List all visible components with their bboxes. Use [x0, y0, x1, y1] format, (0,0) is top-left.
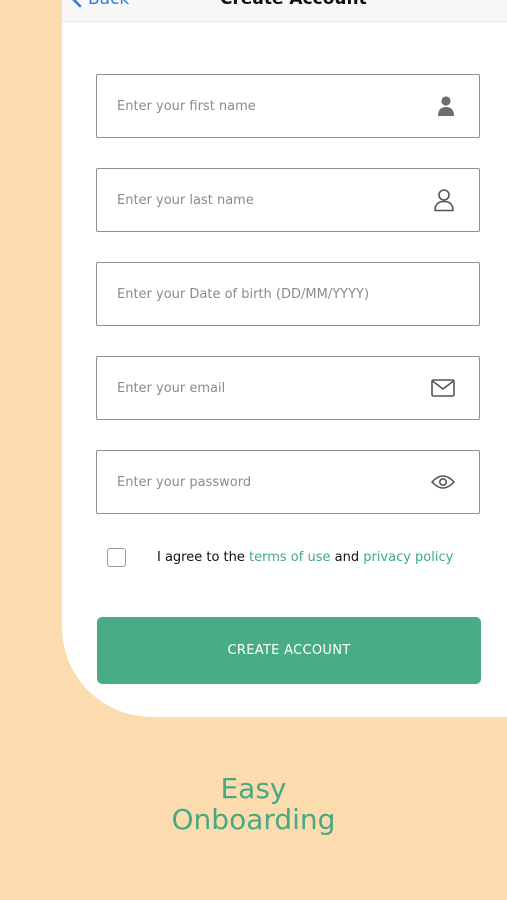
first-name-input[interactable] [97, 75, 479, 137]
navigation-bar: Back Create Account [62, 0, 507, 22]
date-of-birth-input[interactable] [97, 263, 479, 325]
email-input[interactable] [97, 357, 479, 419]
privacy-policy-link[interactable]: privacy policy [363, 550, 453, 565]
tagline-line-2: Onboarding [171, 803, 336, 836]
page-title: Create Account [220, 0, 367, 9]
password-field[interactable] [96, 450, 480, 514]
back-label: Back [88, 0, 129, 9]
agreement-prefix: I agree to the [157, 550, 250, 565]
agree-checkbox[interactable] [107, 548, 126, 567]
phone-screen: Back Create Account [62, 0, 507, 717]
back-button[interactable]: Back [71, 0, 129, 9]
password-input[interactable] [97, 451, 479, 513]
first-name-field[interactable] [96, 74, 480, 138]
agreement-conjunction: and [330, 550, 364, 565]
last-name-input[interactable] [97, 169, 479, 231]
user-filled-icon [437, 95, 455, 117]
tagline: Easy Onboarding [0, 773, 507, 835]
envelope-icon [431, 379, 455, 397]
user-outline-icon [433, 188, 455, 212]
create-account-button[interactable]: CREATE ACCOUNT [97, 617, 481, 684]
tagline-line-1: Easy [220, 772, 287, 805]
email-field[interactable] [96, 356, 480, 420]
terms-agreement: I agree to the terms of use and privacy … [107, 548, 453, 567]
date-of-birth-field[interactable] [96, 262, 480, 326]
eye-icon[interactable] [431, 474, 455, 490]
agreement-text: I agree to the terms of use and privacy … [157, 550, 453, 565]
chevron-left-icon [72, 0, 82, 8]
terms-of-use-link[interactable]: terms of use [249, 550, 330, 565]
last-name-field[interactable] [96, 168, 480, 232]
